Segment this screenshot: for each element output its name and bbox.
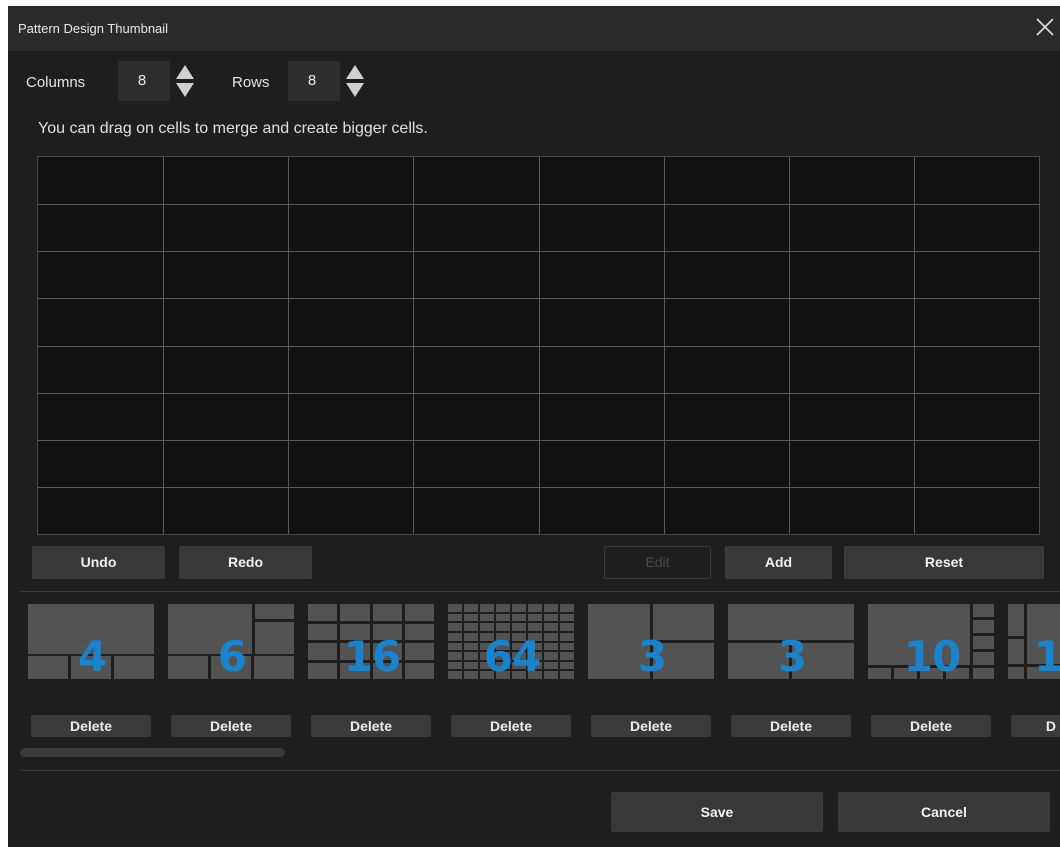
thumbnail-count: 3 — [777, 632, 807, 681]
thumbnail-count: 3 — [637, 632, 667, 681]
thumbnail-item[interactable]: 1 — [1008, 604, 1060, 681]
columns-increment-icon[interactable] — [176, 65, 194, 79]
grid-row-line — [38, 393, 1039, 394]
rows-decrement-icon[interactable] — [346, 83, 364, 97]
columns-input[interactable]: 8 — [118, 61, 170, 101]
redo-button[interactable]: Redo — [179, 546, 312, 579]
divider — [20, 770, 1060, 771]
thumbnail-item[interactable]: 64 — [448, 604, 576, 681]
thumbnail-count: 1 — [1034, 632, 1060, 681]
delete-button[interactable]: Delete — [171, 715, 291, 737]
window-title: Pattern Design Thumbnail — [18, 21, 169, 36]
thumbnail-cell — [512, 613, 526, 622]
thumbnail-item[interactable]: 10 — [868, 604, 996, 681]
thumbnail-item[interactable]: 16 — [308, 604, 436, 681]
thumbnail-item[interactable]: 3 — [588, 604, 716, 681]
grid-row-line — [38, 298, 1039, 299]
thumbnail-count: 16 — [343, 632, 401, 681]
thumbnail-cell — [512, 623, 526, 631]
thumbnail-cell — [340, 604, 370, 621]
thumbnail-count: 4 — [77, 632, 107, 681]
rows-stepper[interactable]: 8 — [288, 61, 368, 101]
grid-row-line — [38, 440, 1039, 441]
thumbnail-cell — [480, 623, 494, 631]
thumbnail-count: 10 — [903, 632, 961, 681]
thumbnail-cell — [544, 604, 558, 612]
thumbnail-cell — [528, 604, 542, 612]
thumbnail-cell — [496, 623, 510, 631]
thumbnail-cell — [308, 604, 338, 621]
thumbnail-cell — [372, 604, 402, 621]
thumbnail-cell — [528, 623, 542, 631]
rows-value: 8 — [307, 72, 317, 89]
delete-button[interactable]: Delete — [591, 715, 711, 737]
close-icon[interactable] — [1034, 16, 1056, 38]
cancel-button[interactable]: Cancel — [838, 792, 1050, 832]
instruction-text: You can drag on cells to merge and creat… — [38, 120, 428, 137]
thumbnail-count: 64 — [483, 632, 541, 681]
edit-button[interactable]: Edit — [604, 546, 711, 579]
title-bar: Pattern Design Thumbnail — [8, 6, 1060, 51]
thumbnail-item[interactable]: 6 — [168, 604, 296, 681]
thumbnail-cell — [560, 613, 574, 622]
grid-row-line — [38, 204, 1039, 205]
rows-label: Rows — [232, 74, 270, 91]
thumbnail-item[interactable]: 3 — [728, 604, 856, 681]
columns-label: Columns — [26, 74, 86, 91]
thumbnail-cell — [448, 613, 462, 622]
thumbnail-cell — [512, 604, 526, 612]
thumbnail-cell — [496, 613, 510, 622]
delete-button[interactable]: Delete — [311, 715, 431, 737]
delete-button[interactable]: Delete — [31, 715, 151, 737]
thumbnail-cell — [528, 613, 542, 622]
thumbnail-cell — [480, 613, 494, 622]
pattern-grid[interactable] — [37, 156, 1040, 535]
thumbnail-cell — [464, 604, 478, 612]
rows-input[interactable]: 8 — [288, 61, 340, 101]
delete-button[interactable]: Delete — [731, 715, 851, 737]
delete-button[interactable]: Delete — [451, 715, 571, 737]
add-button[interactable]: Add — [725, 546, 832, 579]
thumbnail-cell — [464, 613, 478, 622]
thumbnail-strip: 4 Delete 6 Delete 16 Delete 64 Delete 3 … — [8, 596, 1060, 738]
reset-button[interactable]: Reset — [844, 546, 1044, 579]
thumbnail-cell — [496, 604, 510, 612]
thumbnail-cell — [480, 604, 494, 612]
save-button[interactable]: Save — [611, 792, 823, 832]
thumbnail-count: 6 — [217, 632, 247, 681]
delete-button[interactable]: D — [1011, 715, 1060, 737]
horizontal-scrollbar[interactable] — [20, 748, 285, 757]
rows-increment-icon[interactable] — [346, 65, 364, 79]
thumbnail-cell — [448, 623, 462, 631]
columns-decrement-icon[interactable] — [176, 83, 194, 97]
grid-row-line — [38, 251, 1039, 252]
grid-row-line — [38, 487, 1039, 488]
thumbnail-cell — [544, 613, 558, 622]
pattern-design-dialog: Pattern Design Thumbnail Columns 8 Rows … — [8, 6, 1060, 847]
thumbnail-item[interactable]: 4 — [28, 604, 156, 681]
thumbnail-cell — [464, 623, 478, 631]
grid-row-line — [38, 346, 1039, 347]
thumbnail-cell — [560, 623, 574, 631]
thumbnail-cell — [544, 623, 558, 631]
columns-stepper[interactable]: 8 — [118, 61, 198, 101]
delete-button[interactable]: Delete — [871, 715, 991, 737]
divider — [20, 591, 1060, 592]
thumbnail-cell — [448, 604, 462, 612]
thumbnail-cell — [560, 604, 574, 612]
undo-button[interactable]: Undo — [32, 546, 165, 579]
thumbnail-cell — [404, 604, 434, 621]
columns-value: 8 — [137, 72, 147, 89]
